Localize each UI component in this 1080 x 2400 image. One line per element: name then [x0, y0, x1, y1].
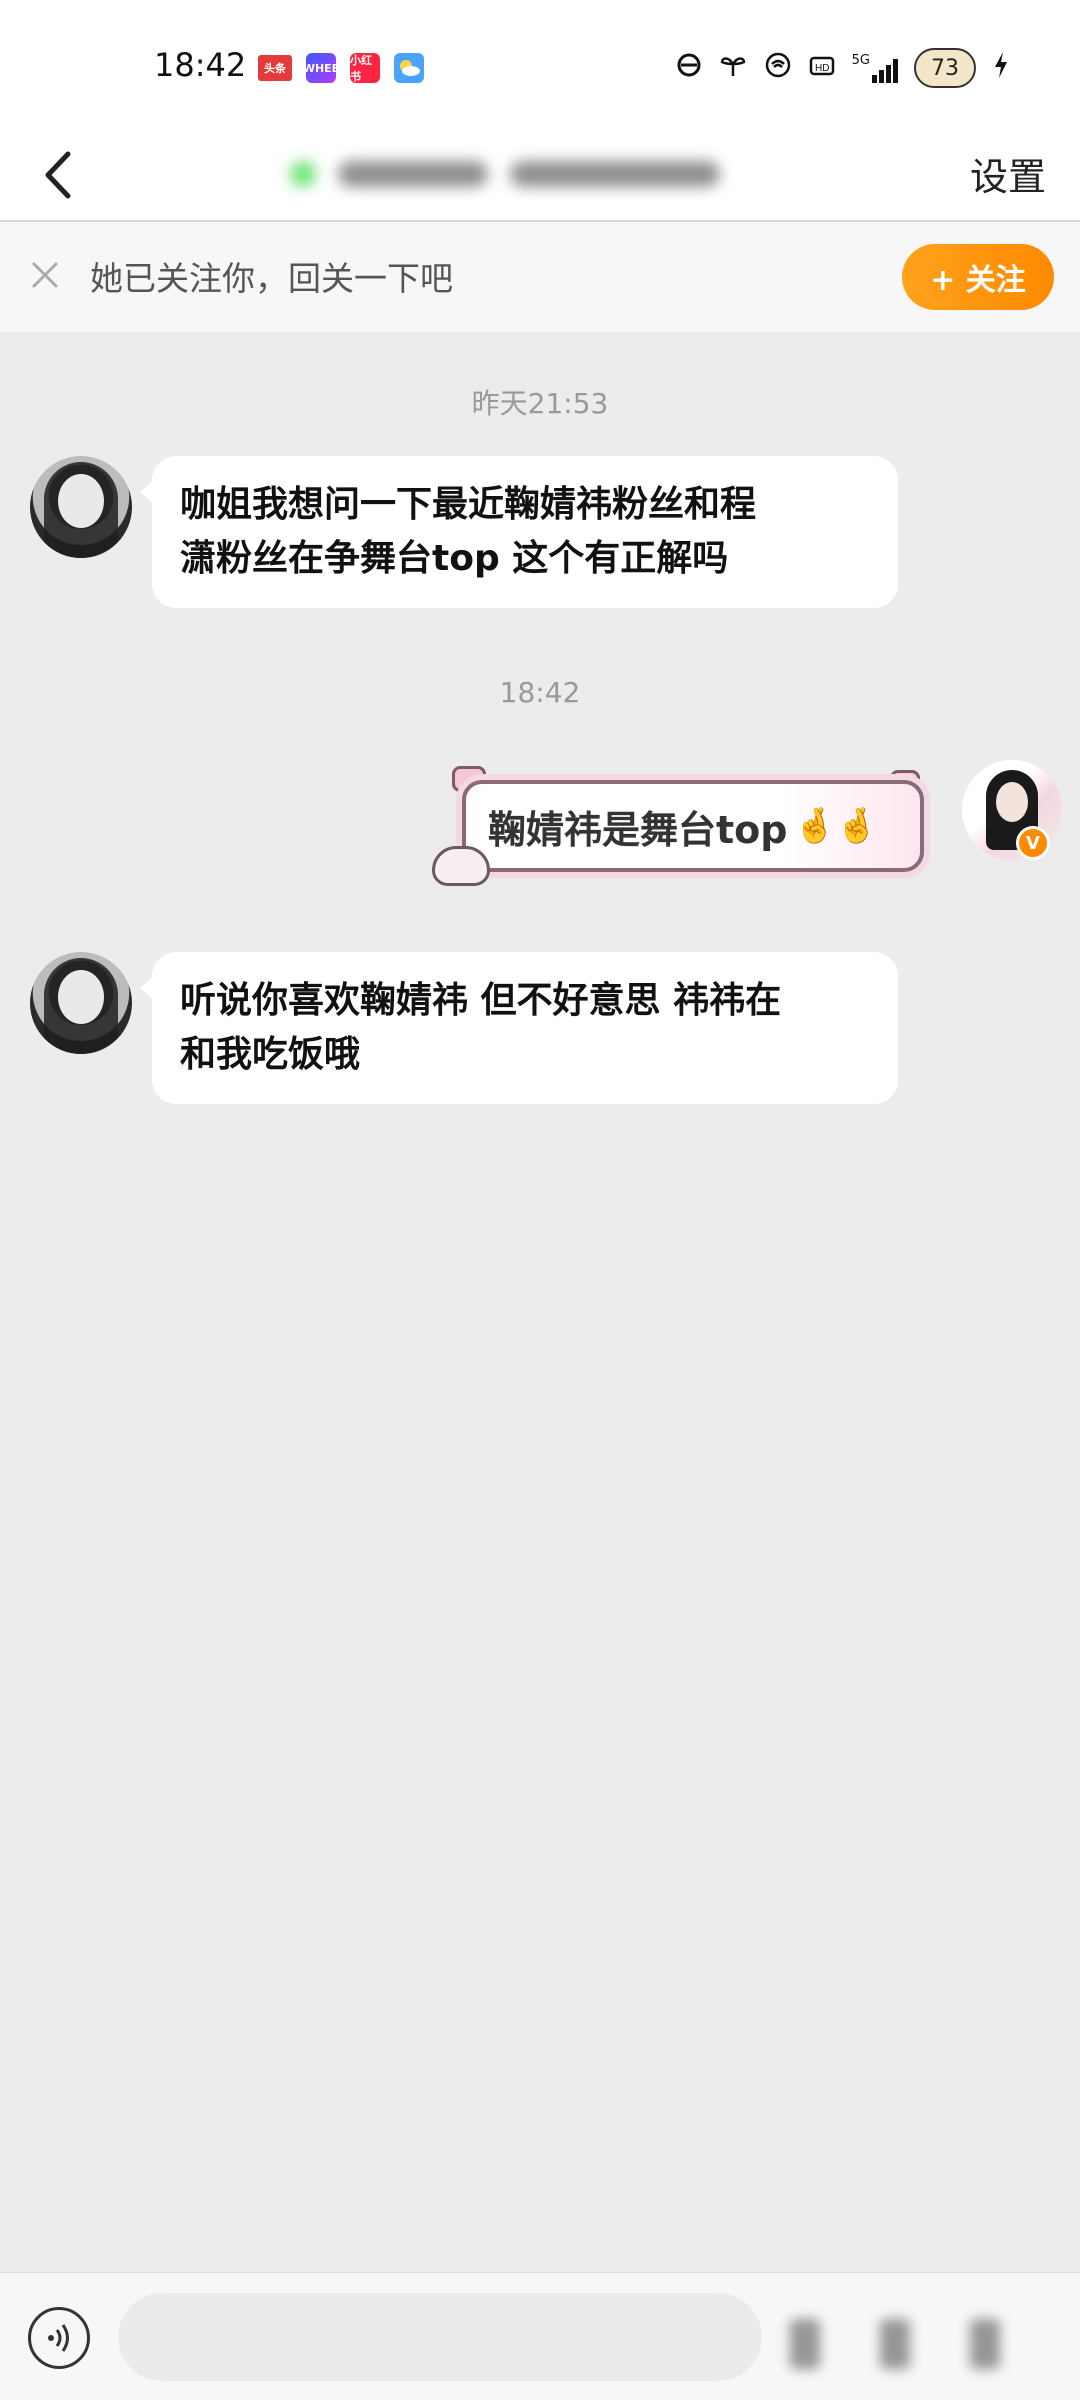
settings-button[interactable]: 设置 [970, 146, 1046, 201]
chevron-left-icon [45, 151, 71, 199]
network-type-label: 5G [851, 53, 870, 68]
message-timestamp: 昨天21:53 [471, 387, 609, 420]
add-button-blurred[interactable] [880, 2319, 910, 2369]
message-text-line: 听说你喜欢鞠婧祎 但不好意思 祎祎在 [180, 980, 782, 1021]
title-blur-segment [338, 161, 488, 187]
title-blur-segment [510, 161, 720, 187]
follow-button[interactable]: + 关注 [902, 244, 1054, 310]
message-text: 鞠婧祎是舞台top [488, 807, 788, 852]
back-button[interactable] [30, 140, 90, 210]
xiaohongshu-app-icon: 小红书 [350, 53, 380, 83]
battery-indicator: 73 [914, 48, 976, 88]
incoming-message-bubble[interactable]: 咖姐我想问一下最近鞠婧祎粉丝和程 潇粉丝在争舞台top 这个有正解吗 [140, 456, 898, 608]
whee-app-icon: WHEE [306, 53, 336, 83]
chat-title-blurred [290, 152, 790, 196]
online-dot [290, 161, 316, 187]
svg-text:HD: HD [815, 63, 829, 74]
wifi-icon [764, 52, 792, 85]
close-icon[interactable] [26, 256, 64, 294]
emoji-button-blurred[interactable] [790, 2319, 820, 2369]
more-button-blurred[interactable] [970, 2319, 1000, 2369]
input-actions-blurred [790, 2319, 1000, 2369]
incoming-message-bubble[interactable]: 听说你喜欢鞠婧祎 但不好意思 祎祎在 和我吃饭哦 [140, 952, 898, 1104]
hd-icon: HD [808, 52, 836, 85]
finger-heart-emoji: 🤞🤞 [793, 806, 879, 846]
follow-back-text: 她已关注你，回关一下吧 [90, 259, 453, 298]
status-time: 18:42 [154, 46, 247, 84]
signal-icon: 5G [852, 53, 898, 83]
message-input-bar [0, 2272, 1080, 2400]
follow-back-banner: 她已关注你，回关一下吧 + 关注 [0, 222, 1080, 332]
message-timestamp: 18:42 [499, 676, 581, 709]
voice-icon [48, 2324, 69, 2352]
toutiao-app-icon: 头条 [258, 55, 292, 81]
charging-icon [992, 50, 1010, 87]
status-bar: 18:42 头条 WHEE 小红书 HD 5G 73 [0, 0, 1080, 134]
notification-icons: 头条 WHEE 小红书 [258, 53, 424, 83]
system-icons: HD 5G 73 [676, 48, 1010, 88]
location-icon [676, 52, 702, 85]
message-text-line: 咖姐我想问一下最近鞠婧祎粉丝和程 [180, 484, 757, 525]
message-text-line: 和我吃饭哦 [180, 1034, 361, 1075]
chat-header: 设置 [0, 134, 1080, 222]
sprout-icon [718, 52, 748, 85]
message-input[interactable] [118, 2293, 762, 2381]
contact-avatar[interactable] [30, 952, 132, 1054]
outgoing-message-bubble[interactable]: 鞠婧祎是舞台top 🤞🤞 [462, 780, 924, 872]
verified-badge-icon: V [1016, 826, 1050, 860]
bubble-decoration-cat [432, 846, 490, 886]
voice-input-button[interactable] [28, 2307, 90, 2369]
message-text-line: 潇粉丝在争舞台top 这个有正解吗 [180, 538, 729, 579]
weather-app-icon [394, 53, 424, 83]
contact-avatar[interactable] [30, 456, 132, 558]
